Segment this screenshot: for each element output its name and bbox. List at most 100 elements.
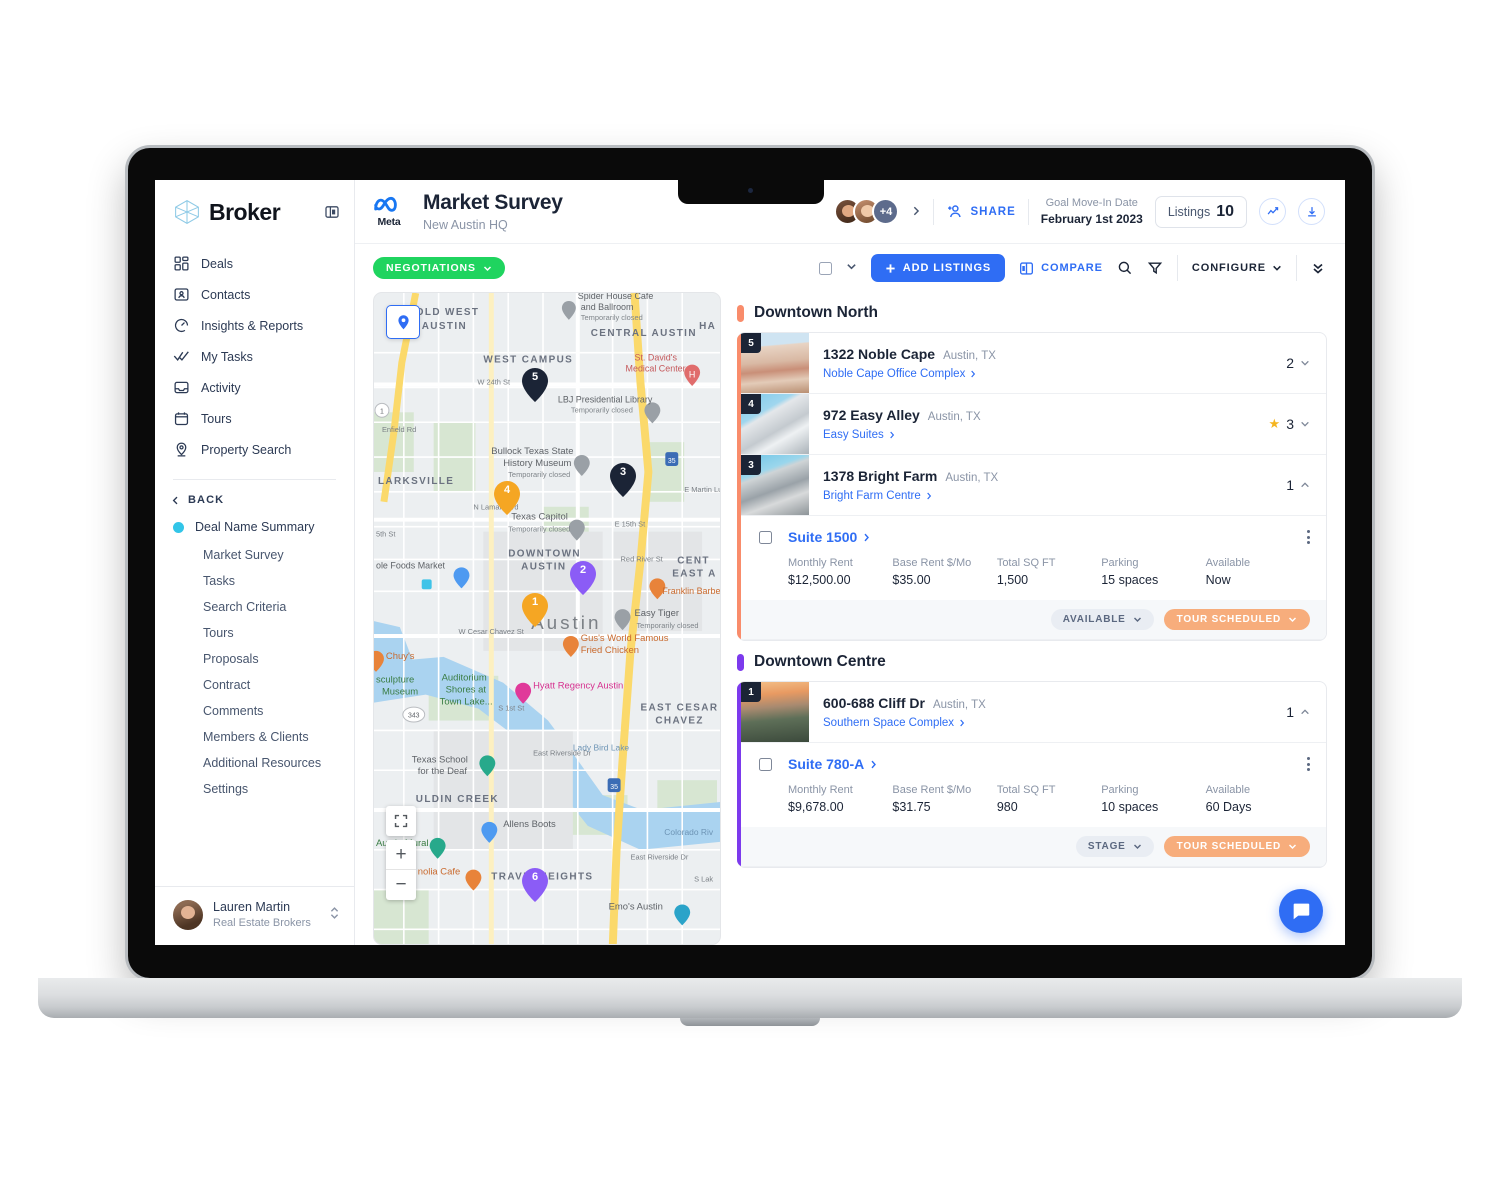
sidebar-item-market-survey[interactable]: Market Survey: [155, 542, 354, 568]
map-marker-5[interactable]: 5: [522, 368, 548, 402]
status-filter-pill[interactable]: NEGOTIATIONS: [373, 257, 505, 279]
property-complex-link[interactable]: Easy Suites: [823, 429, 1239, 441]
sidebar-item-activity[interactable]: Activity: [155, 372, 354, 403]
map-panel[interactable]: 35 35 1 343 H OLD WEST AUSTIN CENTRAL AU…: [373, 292, 721, 945]
map-fullscreen-button[interactable]: [386, 806, 416, 836]
property-suite-count[interactable]: 2: [1270, 333, 1326, 393]
suite-count-value: 1: [1286, 704, 1294, 720]
profile-switch-icon[interactable]: [329, 905, 340, 926]
sidebar-item-my-tasks[interactable]: My Tasks: [155, 341, 354, 372]
download-icon[interactable]: [1298, 198, 1325, 225]
map-label: Enfield Rd: [382, 425, 416, 434]
chevron-right-icon[interactable]: [911, 203, 921, 221]
suite-link[interactable]: Suite 1500: [788, 529, 871, 545]
map-marker-1[interactable]: 1: [522, 593, 548, 627]
property-complex-link[interactable]: Bright Farm Centre: [823, 490, 1256, 502]
select-dropdown-icon[interactable]: [846, 259, 857, 277]
property-suite-count[interactable]: ★ 3: [1253, 394, 1326, 454]
property-row[interactable]: 3 1378 Bright Farm Austin, TX Bright Farm C…: [741, 455, 1326, 516]
sidebar-item-settings[interactable]: Settings: [155, 776, 354, 802]
property-row[interactable]: 4 972 Easy Alley Austin, TX Easy Suites ★ 3: [741, 394, 1326, 455]
map-marker-6[interactable]: 6: [522, 868, 548, 902]
property-row[interactable]: 1 600-688 Cliff Dr Austin, TX Southern Spac…: [741, 682, 1326, 743]
summary-label: Deal Name Summary: [195, 520, 315, 534]
sidebar-item-proposals[interactable]: Proposals: [155, 646, 354, 672]
sidebar-item-deal-name-summary[interactable]: Deal Name Summary: [155, 516, 354, 542]
chevron-up-icon: [1301, 482, 1309, 488]
status-chip[interactable]: TOUR SCHEDULED: [1163, 609, 1310, 630]
chat-bubble-icon: [1293, 903, 1310, 920]
map-pin-button[interactable]: [386, 305, 420, 339]
sidebar: Broker Deals Contacts Insights & Reports…: [155, 180, 355, 945]
sidebar-item-tours-sub[interactable]: Tours: [155, 620, 354, 646]
chevron-right-icon: [871, 760, 877, 768]
metric-label: Available: [1205, 784, 1251, 796]
sidebar-item-insights-reports[interactable]: Insights & Reports: [155, 310, 354, 341]
suite-more-menu-icon[interactable]: [1307, 757, 1310, 771]
map-marker-2[interactable]: 2: [570, 561, 596, 595]
property-suite-count[interactable]: 1: [1270, 455, 1326, 515]
header-actions: +4 SHARE Goal Move-In Date February 1st …: [834, 195, 1325, 228]
property-city: Austin, TX: [932, 699, 986, 711]
metric-label: Base Rent $/Mo: [892, 557, 972, 569]
metric-value: 1,500: [996, 573, 1029, 587]
sidebar-item-additional-resources[interactable]: Additional Resources: [155, 750, 354, 776]
suite-link[interactable]: Suite 780-A: [788, 756, 878, 772]
sidebar-item-deals[interactable]: Deals: [155, 248, 354, 279]
screen: Broker Deals Contacts Insights & Reports…: [155, 180, 1345, 945]
map-marker-4[interactable]: 4: [494, 481, 520, 515]
map-marker-3[interactable]: 3: [610, 463, 636, 497]
brand-header: Broker: [155, 180, 354, 236]
chat-widget-button[interactable]: [1279, 889, 1323, 933]
status-chip[interactable]: TOUR SCHEDULED: [1163, 836, 1310, 857]
map-zoom-controls[interactable]: + −: [386, 840, 416, 900]
suite-more-menu-icon[interactable]: [1307, 530, 1310, 544]
property-title: 1378 Bright Farm Austin, TX: [823, 468, 1256, 484]
search-icon[interactable]: [1117, 260, 1133, 276]
sidebar-item-contract[interactable]: Contract: [155, 672, 354, 698]
chevron-down-icon: [1288, 844, 1297, 850]
property-suite-count[interactable]: 1: [1270, 682, 1326, 742]
share-button[interactable]: SHARE: [946, 203, 1015, 220]
stage-chip[interactable]: AVAILABLE: [1050, 609, 1154, 630]
map-zoom-out-button[interactable]: −: [386, 870, 416, 900]
sidebar-item-contacts[interactable]: Contacts: [155, 279, 354, 310]
suite-checkbox[interactable]: [759, 530, 772, 544]
double-chevron-down-icon[interactable]: [1311, 261, 1325, 275]
sidebar-item-comments[interactable]: Comments: [155, 698, 354, 724]
metric-label: Monthly Rent: [788, 784, 853, 796]
map-zoom-in-button[interactable]: +: [386, 840, 416, 870]
analytics-icon[interactable]: [1259, 198, 1286, 225]
sidebar-item-search-criteria[interactable]: Search Criteria: [155, 594, 354, 620]
sidebar-item-tasks[interactable]: Tasks: [155, 568, 354, 594]
avatar-overflow-count: +4: [872, 198, 900, 225]
member-avatars[interactable]: +4: [834, 198, 900, 225]
select-all-checkbox[interactable]: [818, 261, 832, 275]
compare-button[interactable]: COMPARE: [1019, 261, 1103, 276]
map-label: S Lak: [694, 875, 713, 884]
listings-counter[interactable]: Listings 10: [1154, 195, 1247, 228]
back-button[interactable]: BACK: [155, 480, 354, 516]
map-label: W Cesar Chavez St: [459, 627, 525, 636]
add-listings-button[interactable]: ADD LISTINGS: [870, 254, 1006, 282]
metric: Base Rent $/Mo $31.75: [892, 784, 996, 814]
property-row[interactable]: 5 1322 Noble Cape Austin, TX Noble Cape Off…: [741, 333, 1326, 394]
user-name: Lauren Martin: [213, 900, 291, 915]
map-label: Temporarily closed: [636, 621, 698, 630]
stage-chip[interactable]: STAGE: [1075, 836, 1154, 857]
user-profile[interactable]: Lauren Martin Real Estate Brokers: [155, 886, 354, 945]
sidebar-item-property-search[interactable]: Property Search: [155, 434, 354, 465]
panel-collapse-icon[interactable]: [324, 204, 340, 220]
suite-checkbox[interactable]: [759, 757, 772, 771]
svg-text:35: 35: [610, 784, 618, 791]
map-label: AUSTIN: [422, 321, 467, 332]
metric-label: Parking: [1101, 557, 1139, 569]
sidebar-item-tours[interactable]: Tours: [155, 403, 354, 434]
filter-icon[interactable]: [1147, 260, 1163, 276]
property-thumbnail: 5: [741, 333, 809, 393]
property-complex-link[interactable]: Southern Space Complex: [823, 717, 1256, 729]
property-complex-link[interactable]: Noble Cape Office Complex: [823, 368, 1256, 380]
sidebar-item-members-clients[interactable]: Members & Clients: [155, 724, 354, 750]
configure-button[interactable]: CONFIGURE: [1192, 262, 1282, 274]
suite-metrics: Monthly Rent $12,500.00 Base Rent $/Mo $35.…: [741, 545, 1326, 600]
